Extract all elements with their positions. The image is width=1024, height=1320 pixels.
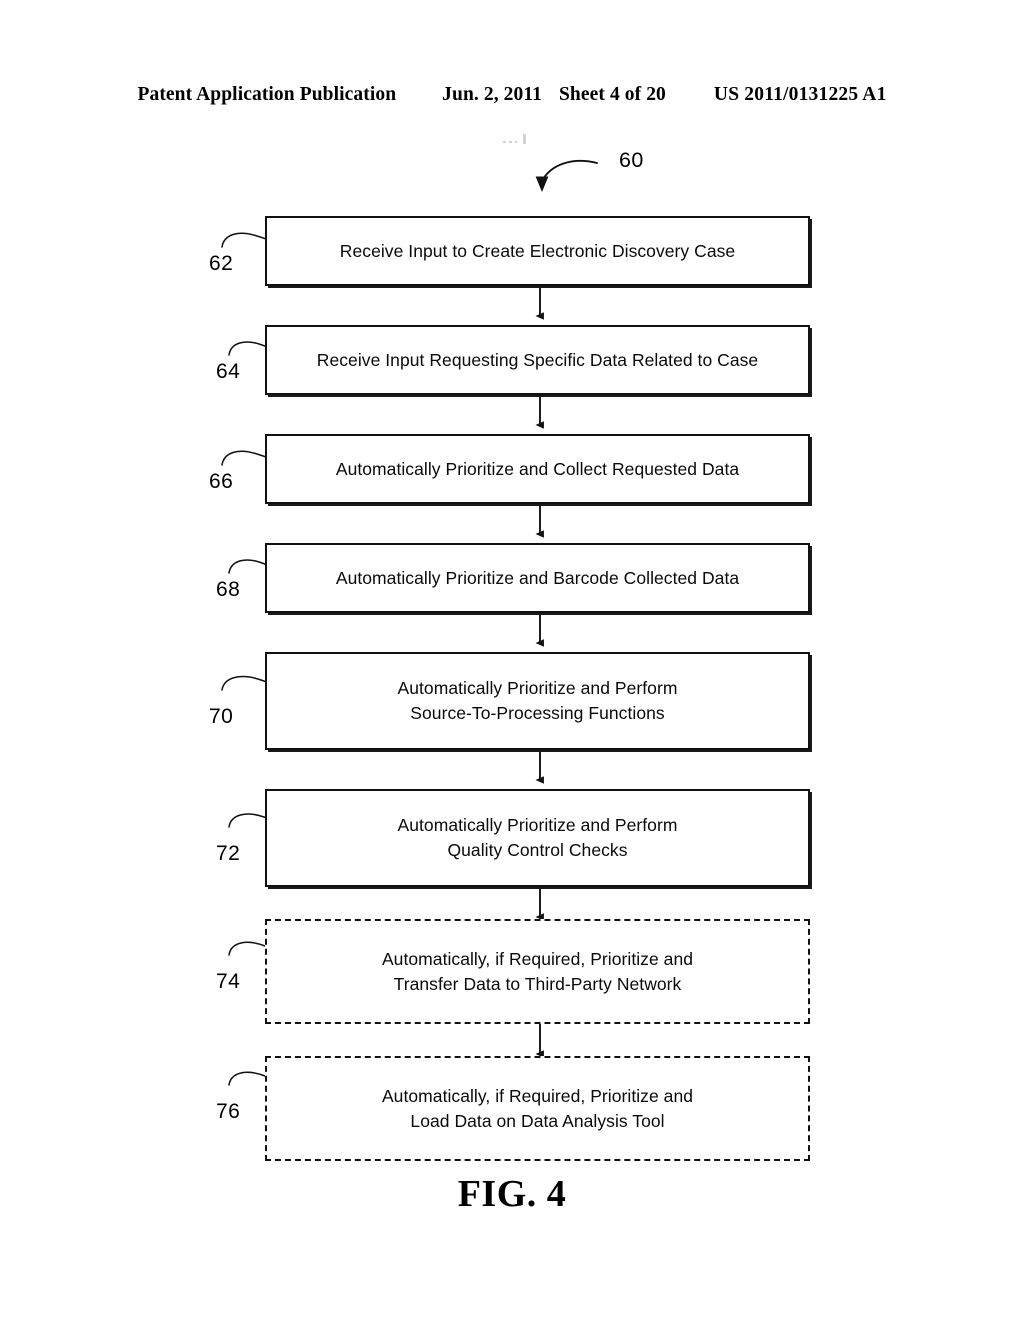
process-box-64-label: Receive Input Requesting Specific Data R… <box>316 349 759 370</box>
process-box-72-label: Automatically Prioritize and Perform Qua… <box>398 813 678 863</box>
reference-numeral-66: 66 <box>209 470 234 493</box>
process-box-74-label: Automatically, if Required, Prioritize a… <box>382 947 693 997</box>
process-box-76-line-1: Automatically, if Required, Prioritize a… <box>381 1085 694 1106</box>
process-box-62-label: Receive Input to Create Electronic Disco… <box>339 240 736 261</box>
process-box-72-line-2: Quality Control Checks <box>447 840 628 860</box>
process-box-64: Receive Input Requesting Specific Data R… <box>265 325 810 395</box>
process-box-66-label: Automatically Prioritize and Collect Req… <box>335 458 740 479</box>
process-box-74: Automatically, if Required, Prioritize a… <box>265 919 810 1024</box>
reference-numeral-74: 74 <box>216 970 241 993</box>
process-box-72: Automatically Prioritize and Perform Qua… <box>265 789 810 887</box>
process-box-74-line-1: Automatically, if Required, Prioritize a… <box>381 948 694 969</box>
process-box-66: Automatically Prioritize and Collect Req… <box>265 434 810 504</box>
reference-numeral-62: 62 <box>209 252 234 275</box>
process-box-76: Automatically, if Required, Prioritize a… <box>265 1056 810 1161</box>
process-box-74-line-2: Transfer Data to Third-Party Network <box>393 973 682 994</box>
reference-numeral-68: 68 <box>216 578 241 601</box>
process-box-68: Automatically Prioritize and Barcode Col… <box>265 543 810 613</box>
reference-numeral-72: 72 <box>216 842 241 865</box>
figure-caption: FIG. 4 <box>457 1173 567 1215</box>
reference-numeral-64: 64 <box>216 360 241 383</box>
process-box-70: Automatically Prioritize and Perform Sou… <box>265 652 810 750</box>
process-box-68-label: Automatically Prioritize and Barcode Col… <box>335 567 740 588</box>
entry-arrow-60 <box>535 159 598 192</box>
process-box-70-line-2: Source-To-Processing Functions <box>410 703 665 723</box>
process-box-76-line-2: Load Data on Data Analysis Tool <box>410 1110 665 1131</box>
reference-numeral-70: 70 <box>209 705 234 728</box>
process-box-70-line-1: Automatically Prioritize and Perform <box>397 678 678 699</box>
reference-numeral-76: 76 <box>216 1100 241 1123</box>
figure-diagram: 60 Receive Input to Create Electronic Di… <box>0 0 1024 1320</box>
scan-artifact <box>503 134 529 146</box>
process-box-62: Receive Input to Create Electronic Disco… <box>265 216 810 286</box>
process-box-76-label: Automatically, if Required, Prioritize a… <box>382 1084 693 1134</box>
reference-numeral-60: 60 <box>619 148 644 172</box>
process-box-70-label: Automatically Prioritize and Perform Sou… <box>398 676 678 726</box>
process-box-72-line-1: Automatically Prioritize and Perform <box>397 815 678 836</box>
